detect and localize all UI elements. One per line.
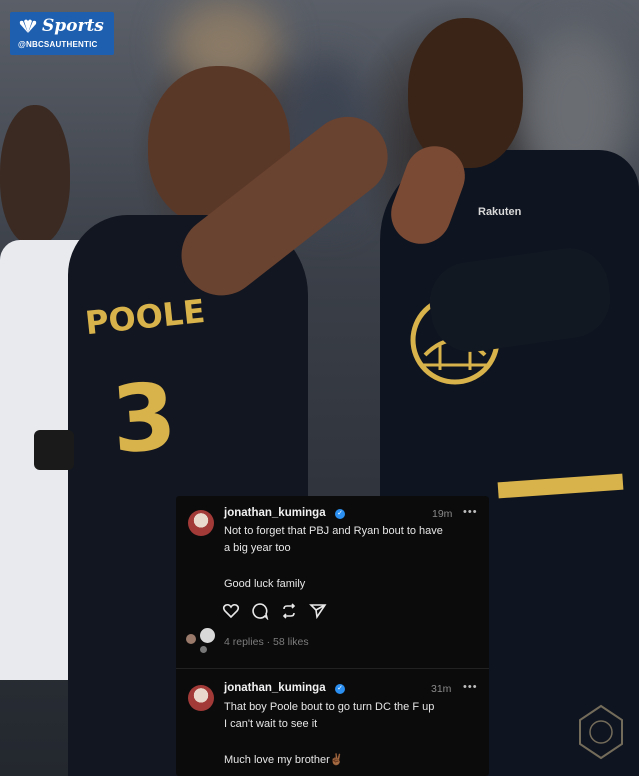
wristband bbox=[34, 430, 74, 470]
comment-icon[interactable] bbox=[251, 602, 269, 620]
right-player-head bbox=[408, 18, 523, 168]
reply-avatar bbox=[200, 628, 215, 643]
comment-time: 19m bbox=[432, 508, 453, 520]
comment-line: Good luck family bbox=[224, 578, 306, 590]
comment-time: 31m bbox=[431, 683, 452, 695]
comment-line: I can't wait to see it bbox=[224, 718, 318, 730]
verified-badge-icon: ✓ bbox=[335, 509, 345, 519]
reply-avatar bbox=[200, 646, 207, 653]
more-options-icon[interactable]: ••• bbox=[463, 506, 478, 518]
brand-handle: @NBCSAUTHENTIC bbox=[18, 40, 98, 49]
comment-line: Much love my brother✌🏾 bbox=[224, 754, 344, 766]
heart-icon[interactable] bbox=[222, 602, 240, 620]
more-options-icon[interactable]: ••• bbox=[463, 681, 478, 693]
peacock-icon bbox=[19, 19, 37, 33]
verified-badge-icon: ✓ bbox=[335, 684, 345, 694]
avatar[interactable] bbox=[188, 510, 214, 536]
comment-line: Not to forget that PBJ and Ryan bout to … bbox=[224, 525, 443, 537]
repost-icon[interactable] bbox=[280, 602, 298, 620]
comment-card: jonathan_kuminga ✓ 19m ••• Not to forget… bbox=[176, 496, 489, 776]
anniversary-watermark-icon bbox=[579, 704, 623, 760]
left-player-head bbox=[0, 105, 70, 245]
replies-likes-count[interactable]: 4 replies · 58 likes bbox=[224, 636, 309, 648]
avatar[interactable] bbox=[188, 685, 214, 711]
comment-username[interactable]: jonathan_kuminga bbox=[224, 507, 326, 519]
share-icon[interactable] bbox=[309, 602, 327, 620]
comment-line: That boy Poole bout to go turn DC the F … bbox=[224, 701, 435, 713]
jersey-number: 3 bbox=[108, 362, 180, 475]
comment-line: a big year too bbox=[224, 542, 291, 554]
reply-avatar bbox=[186, 634, 196, 644]
nbc-sports-logo: Sports @NBCSAUTHENTIC bbox=[10, 12, 114, 55]
comment-username[interactable]: jonathan_kuminga bbox=[224, 682, 326, 694]
divider bbox=[176, 668, 489, 669]
jersey-sponsor: Rakuten bbox=[478, 206, 522, 218]
brand-name: Sports bbox=[42, 16, 104, 36]
